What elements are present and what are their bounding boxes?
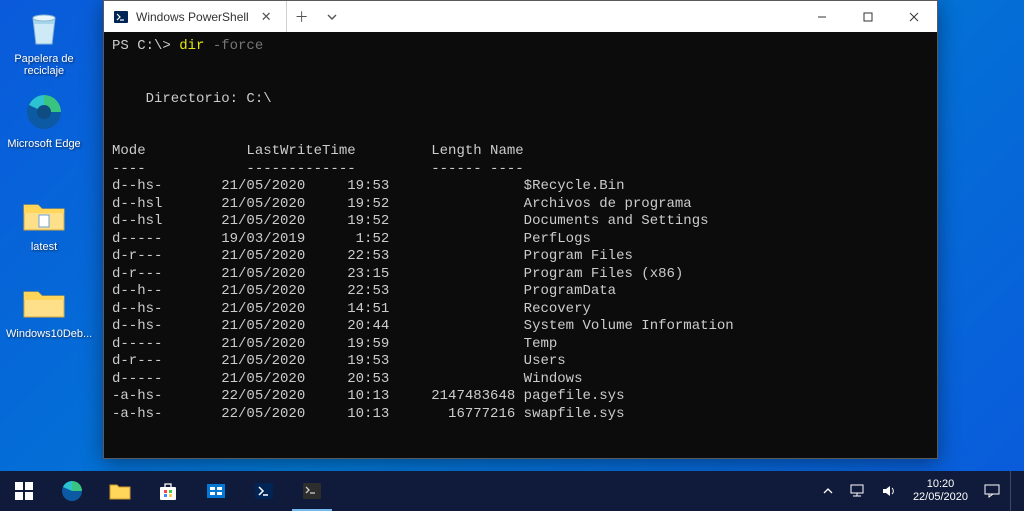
start-button[interactable]: [0, 471, 48, 511]
windows-logo-icon: [15, 482, 33, 500]
settings-tile-icon: [205, 480, 227, 502]
notification-icon: [984, 484, 1000, 498]
minimize-button[interactable]: [799, 1, 845, 32]
chevron-down-icon: [327, 12, 337, 22]
recycle-bin-icon: [20, 3, 68, 51]
desktop-icon-label: Papelera de reciclaje: [6, 53, 82, 77]
taskbar: 10:20 22/05/2020: [0, 471, 1024, 511]
desktop-icon-folder-windows10deb[interactable]: Windows10Deb...: [6, 278, 82, 340]
tab-title: Windows PowerShell: [136, 10, 249, 24]
desktop-icon-recycle-bin[interactable]: Papelera de reciclaje: [6, 3, 82, 77]
taskbar-store[interactable]: [144, 471, 192, 511]
maximize-icon: [863, 12, 873, 22]
maximize-button[interactable]: [845, 1, 891, 32]
tray-overflow-button[interactable]: [817, 471, 839, 511]
taskbar-powershell[interactable]: [240, 471, 288, 511]
clock-time: 10:20: [913, 478, 968, 491]
powershell-icon: [253, 480, 275, 502]
desktop-icon-label: latest: [6, 241, 82, 253]
clock-date: 22/05/2020: [913, 491, 968, 504]
action-center-button[interactable]: [978, 471, 1006, 511]
tray-network-button[interactable]: [843, 471, 871, 511]
taskbar-clock[interactable]: 10:20 22/05/2020: [907, 478, 974, 504]
desktop-icon-label: Windows10Deb...: [6, 328, 82, 340]
new-tab-button[interactable]: ＋: [287, 1, 317, 32]
minimize-icon: [817, 12, 827, 22]
desktop-icon-label: Microsoft Edge: [6, 138, 82, 150]
terminal-window: Windows PowerShell ✕ ＋ PS C:\> dir -forc…: [103, 0, 938, 459]
system-tray: 10:20 22/05/2020: [817, 471, 1024, 511]
close-icon: [909, 12, 919, 22]
window-titlebar[interactable]: Windows PowerShell ✕ ＋: [104, 1, 937, 32]
folder-icon: [20, 278, 68, 326]
terminal-icon: [301, 480, 323, 502]
taskbar-edge[interactable]: [48, 471, 96, 511]
edge-icon: [60, 479, 84, 503]
chevron-up-icon: [823, 486, 833, 496]
terminal-output[interactable]: PS C:\> dir -force Directorio: C:\ Mode …: [104, 32, 937, 458]
show-desktop-button[interactable]: [1010, 471, 1018, 511]
powershell-icon: [114, 10, 128, 24]
volume-icon: [881, 484, 897, 498]
edge-icon: [20, 88, 68, 136]
close-button[interactable]: [891, 1, 937, 32]
tab-close-button[interactable]: ✕: [257, 9, 276, 25]
network-icon: [849, 484, 865, 498]
folder-icon: [108, 480, 132, 502]
tray-volume-button[interactable]: [875, 471, 903, 511]
desktop-icon-folder-latest[interactable]: latest: [6, 191, 82, 253]
folder-icon: [20, 191, 68, 239]
store-icon: [157, 480, 179, 502]
tab-powershell[interactable]: Windows PowerShell ✕: [104, 1, 287, 32]
tab-dropdown-button[interactable]: [317, 1, 347, 32]
taskbar-terminal[interactable]: [288, 471, 336, 511]
taskbar-file-explorer[interactable]: [96, 471, 144, 511]
titlebar-drag-area[interactable]: [347, 1, 799, 32]
taskbar-settings[interactable]: [192, 471, 240, 511]
window-controls: [799, 1, 937, 32]
desktop-icon-edge[interactable]: Microsoft Edge: [6, 88, 82, 150]
